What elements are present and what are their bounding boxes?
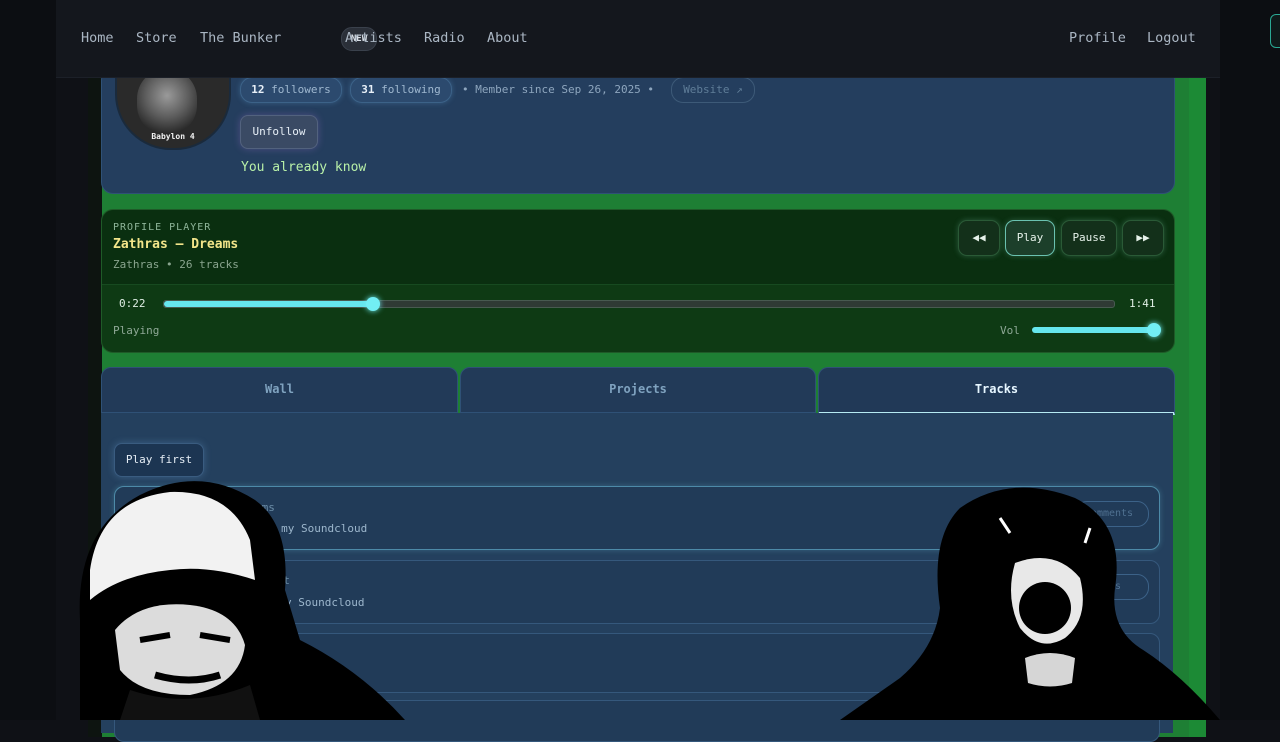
- avatar-face: [137, 70, 197, 134]
- comments-pill[interactable]: omments: [1075, 501, 1149, 527]
- pause-button[interactable]: Pause: [1061, 220, 1117, 256]
- nav-artists[interactable]: Artists: [345, 30, 402, 46]
- player-title: Zathras — Dreams: [113, 237, 239, 252]
- track-title: ams: [255, 501, 275, 514]
- progress-fill: [164, 301, 373, 307]
- followers-pill[interactable]: 12 followers: [240, 77, 342, 103]
- right-margin: [1220, 0, 1280, 720]
- comments-pill[interactable]: nts: [1075, 574, 1149, 600]
- volume-slider[interactable]: [1032, 323, 1161, 337]
- tab-tracks[interactable]: Tracks: [818, 367, 1175, 415]
- following-pill[interactable]: 31 following: [350, 77, 452, 103]
- nav-profile[interactable]: Profile: [1069, 30, 1126, 46]
- play-button[interactable]: Play: [1005, 220, 1055, 256]
- website-link[interactable]: Website ↗: [671, 77, 755, 103]
- track-title: e Map: [290, 648, 324, 661]
- tab-wall[interactable]: Wall: [101, 367, 458, 413]
- left-margin: [0, 0, 56, 720]
- profile-tabs: Wall Projects Tracks: [101, 367, 1175, 415]
- current-time: 0:22: [119, 297, 146, 310]
- tab-projects[interactable]: Projects: [460, 367, 816, 413]
- following-count: 31: [361, 83, 375, 96]
- track-title: pot: [270, 574, 290, 587]
- track-row[interactable]: [114, 700, 1160, 742]
- nav-store[interactable]: Store: [136, 30, 177, 46]
- player-status: Playing: [113, 324, 160, 337]
- nav-logout[interactable]: Logout: [1147, 30, 1196, 46]
- nav-about[interactable]: About: [487, 30, 528, 46]
- player-label: PROFILE PLAYER: [113, 222, 212, 233]
- corner-button[interactable]: [1270, 14, 1280, 48]
- unfollow-button[interactable]: Unfollow: [240, 115, 318, 149]
- track-subtitle: y Soundcloud: [285, 596, 365, 609]
- next-button[interactable]: ▶▶: [1122, 220, 1164, 256]
- track-subtitle: from my Soundcloud: [248, 522, 368, 535]
- followers-count: 12: [251, 83, 265, 96]
- volume-label: Vol: [1000, 324, 1020, 337]
- following-label: following: [381, 83, 441, 96]
- progress-knob[interactable]: [366, 297, 380, 311]
- duration: 1:41: [1129, 297, 1156, 310]
- profile-bio: You already know: [241, 160, 367, 175]
- top-navbar: Home Store The Bunker NEW Artists Radio …: [56, 0, 1220, 78]
- play-first-button[interactable]: Play first: [114, 443, 204, 477]
- player-subtitle: Zathras • 26 tracks: [113, 258, 239, 271]
- volume-knob[interactable]: [1147, 323, 1161, 337]
- progress-slider[interactable]: [163, 297, 1115, 311]
- member-since: • Member since Sep 26, 2025 •: [462, 83, 655, 96]
- followers-label: followers: [271, 83, 331, 96]
- volume-fill: [1032, 327, 1156, 333]
- nav-home[interactable]: Home: [81, 30, 114, 46]
- nav-radio[interactable]: Radio: [424, 30, 465, 46]
- avatar-label: Babylon 4: [151, 132, 195, 141]
- track-row[interactable]: pot y Soundcloud nts: [114, 560, 1160, 624]
- previous-button[interactable]: ◀◀: [958, 220, 1000, 256]
- track-row[interactable]: e Map: [114, 633, 1160, 693]
- track-row[interactable]: ams from my Soundcloud omments: [114, 486, 1160, 550]
- nav-the-bunker[interactable]: The Bunker: [200, 30, 281, 46]
